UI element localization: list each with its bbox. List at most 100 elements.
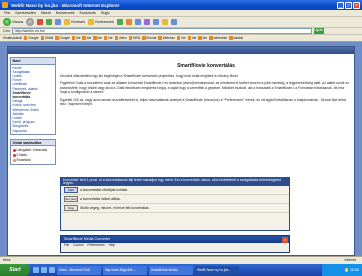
menu-file[interactable]: File	[4, 11, 10, 15]
mail-icon[interactable]	[134, 19, 141, 25]
go-button[interactable]: Ugrás	[313, 28, 324, 34]
stat-row: Rowekbol	[12, 158, 54, 163]
globe-icon	[128, 36, 133, 40]
globe-icon	[71, 36, 76, 40]
browser-window: Webfi! Navo by ho.jba - Microsoft Intern…	[0, 0, 362, 264]
link-google[interactable]: Google	[23, 36, 39, 40]
ie-icon[interactable]	[41, 267, 47, 273]
minimize-button[interactable]: _	[337, 1, 344, 9]
address-label: Cím	[3, 29, 10, 33]
mc-menu-help[interactable]: Help	[109, 243, 116, 248]
globe-icon	[229, 36, 233, 40]
forward-button[interactable]: ›	[26, 18, 35, 26]
links-label: Hivatkozások	[3, 36, 22, 40]
page-title: Smartfilovie konvertálás	[177, 63, 235, 69]
taskbar: Start Inbox - Microsoft Outl... http://w…	[0, 264, 362, 276]
link-adatok[interactable]: adatok	[229, 36, 243, 40]
search-icon	[64, 19, 71, 25]
refresh-icon[interactable]	[46, 19, 53, 25]
menu-view[interactable]: Nézet	[41, 11, 51, 15]
mc-menu-file[interactable]: File	[64, 243, 69, 248]
tray-icon[interactable]	[344, 268, 348, 272]
instruction-text: a konvertálás időket állítás.	[80, 197, 121, 201]
messenger-icon[interactable]	[170, 19, 177, 25]
globe-icon	[187, 36, 192, 40]
nav-item[interactable]: Kapcsolat	[13, 129, 54, 133]
stats-box: Oldal statisztika Látogatók: 1beavoka 0 …	[10, 138, 56, 166]
quick-launch	[33, 267, 55, 273]
link-ide-2[interactable]: Ide	[82, 36, 91, 40]
media-icon[interactable]	[116, 19, 123, 25]
instruction-text: a konvertálást elindítják indítási.	[80, 188, 129, 192]
mc-menu-preferences[interactable]: Preferences	[87, 243, 104, 248]
link-ide-4[interactable]: Ide	[103, 36, 113, 40]
media-converter-close-button[interactable]: ×	[282, 236, 288, 243]
menu-edit[interactable]: Szerkesztés	[15, 11, 36, 15]
stop-icon[interactable]	[37, 19, 44, 25]
web-page: Navi Kezdő Szolgáltatás Linkek Fórum Let…	[7, 46, 355, 256]
status-zone: Internet	[344, 258, 357, 262]
history-icon[interactable]	[125, 19, 132, 25]
stats-box-header: Oldal statisztika	[11, 139, 55, 147]
globe-icon	[209, 36, 213, 40]
clock: 16:55	[350, 268, 359, 272]
media-converter-window: Smartfilovie Media Converter × File Cont…	[60, 235, 290, 253]
link-gmail[interactable]: GMail	[40, 36, 53, 40]
globe-icon	[82, 36, 86, 40]
start-button[interactable]: Start	[0, 264, 30, 276]
back-button[interactable]: ‹ Vissza	[3, 18, 23, 26]
set-button[interactable]: Set (aut)	[64, 196, 78, 202]
link-webmestr[interactable]: webmestr	[209, 36, 227, 40]
start-button[interactable]: Start	[64, 187, 78, 193]
edit-icon[interactable]	[152, 19, 159, 25]
globe-icon	[103, 36, 108, 40]
close-button[interactable]: ×	[353, 1, 360, 9]
globe-icon	[142, 36, 146, 40]
page-viewport: Navi Kezdő Szolgáltatás Linkek Fórum Let…	[0, 42, 362, 256]
stop-button[interactable]: Stop	[64, 205, 78, 211]
ie-icon	[2, 2, 8, 8]
toolbar: ‹ Vissza › Keresés Kedvencek	[0, 17, 362, 28]
system-tray: 16:55	[322, 264, 362, 276]
maximize-button[interactable]: □	[345, 1, 352, 9]
panel-caption: Konvertál: fent 1 proxi, el a konvertála…	[61, 178, 289, 186]
taskbar-item[interactable]: Inbox - Microsoft Outl...	[57, 265, 101, 275]
home-icon[interactable]	[55, 19, 62, 25]
links-bar: Hivatkozások Google GMail Google Ide Ide…	[0, 35, 362, 42]
favorites-button[interactable]: Kedvencek	[88, 19, 114, 25]
link-google-2[interactable]: Google	[55, 36, 70, 40]
search-button[interactable]: Keresés	[64, 19, 85, 25]
globe-icon	[93, 36, 97, 40]
instruction-row: Start a konvertálást elindítják indítási…	[61, 186, 289, 195]
link-sorolat[interactable]: Sorolat	[142, 36, 156, 40]
link-ide-5[interactable]: Ide	[176, 36, 186, 40]
desktop-icon[interactable]	[33, 267, 39, 273]
link-ide-7[interactable]: Ide	[198, 36, 207, 40]
back-arrow-icon: ‹	[3, 18, 11, 26]
taskbar-item[interactable]: http://web.fölga 66e...	[103, 265, 147, 275]
link-ide-3[interactable]: Ide	[93, 36, 102, 40]
print-icon[interactable]	[143, 19, 150, 25]
content-paragraph: Egyéblk 100 as, vagy azon annak hozzáfér…	[60, 97, 346, 107]
media-converter-menu: File Control Preferences Help	[61, 243, 289, 248]
menu-favorites[interactable]: Kedvencek	[56, 11, 75, 15]
globe-icon	[158, 36, 162, 40]
globe-icon	[114, 36, 119, 40]
menu-help[interactable]: Súgó	[101, 11, 110, 15]
globe-icon	[55, 36, 59, 40]
address-bar: Cím http://webfin.en.hu/ Ugrás	[0, 28, 362, 35]
main-content: Smartfilovie konvertálás Kezdeni elkezde…	[60, 57, 352, 109]
folder-icon[interactable]	[161, 19, 168, 25]
link-ide-6[interactable]: Ide	[187, 36, 196, 40]
taskbar-item[interactable]: Smartfilovie Media...	[149, 265, 193, 275]
taskbar-item-active[interactable]: Webfi! Navo by ho.jba...	[195, 265, 239, 275]
address-input[interactable]: http://webfin.en.hu/	[11, 28, 312, 34]
link-msn[interactable]: MSN	[128, 36, 140, 40]
mail-icon[interactable]	[49, 267, 55, 273]
globe-icon	[198, 36, 202, 40]
mc-menu-control[interactable]: Control	[73, 243, 83, 248]
link-webinsz[interactable]: Webinsz	[158, 36, 175, 40]
link-ide-1[interactable]: Ide	[71, 36, 80, 40]
link-video[interactable]: video	[114, 36, 127, 40]
menu-tools[interactable]: Eszközök	[80, 11, 96, 15]
